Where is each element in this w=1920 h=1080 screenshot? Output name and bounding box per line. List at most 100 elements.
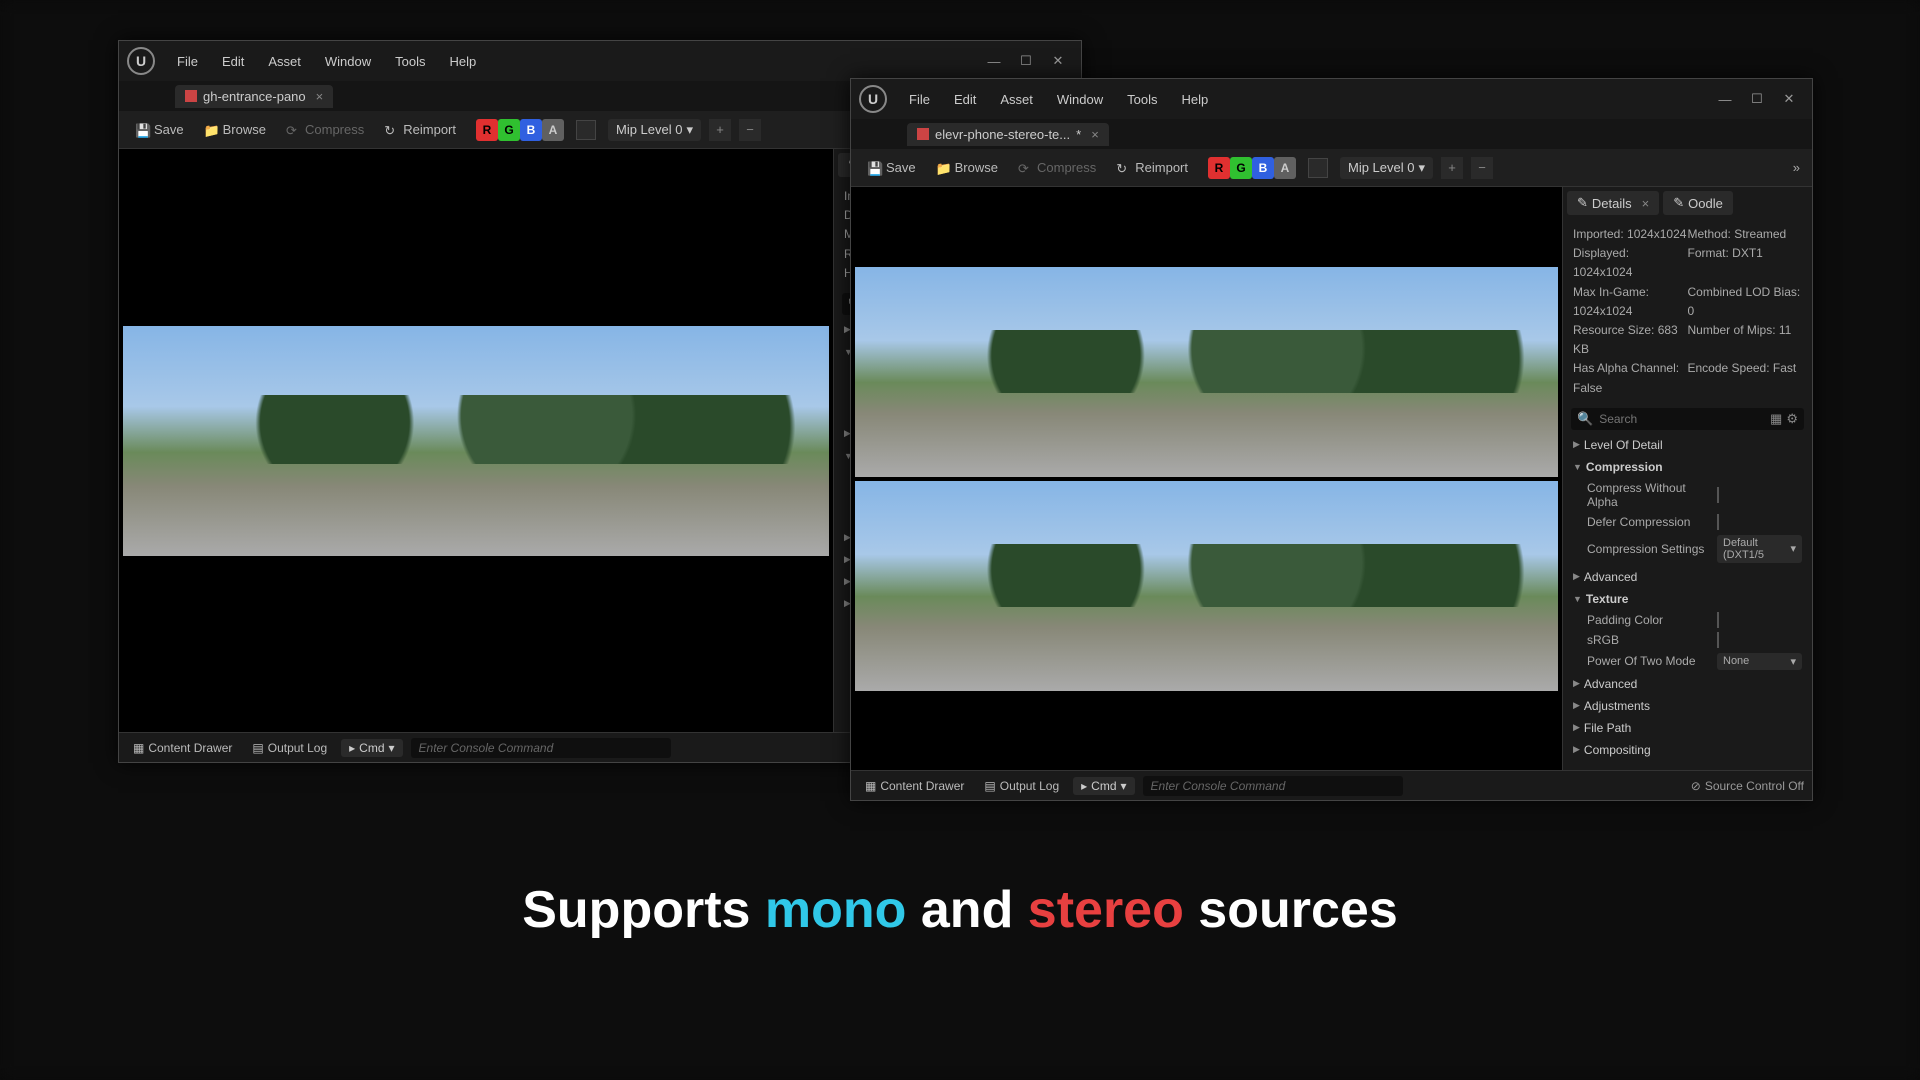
tab-label: gh-entrance-pano xyxy=(203,89,306,104)
minimize-button[interactable]: — xyxy=(979,48,1009,74)
menu-file[interactable]: File xyxy=(899,88,940,111)
drawer-icon: ▦ xyxy=(865,779,876,793)
cat-compositing[interactable]: ▶Compositing xyxy=(1563,739,1812,761)
texture-icon xyxy=(185,90,197,102)
menu-help[interactable]: Help xyxy=(439,50,486,73)
close-button[interactable]: ✕ xyxy=(1774,86,1804,112)
cat-lod[interactable]: ▶Level Of Detail xyxy=(1563,434,1812,456)
search-input[interactable] xyxy=(1599,412,1764,426)
texture-viewport[interactable] xyxy=(851,187,1562,770)
texture-viewport[interactable] xyxy=(119,149,833,732)
pot-dropdown[interactable]: None▾ xyxy=(1717,653,1802,670)
mip-plus-button[interactable]: + xyxy=(709,119,731,141)
save-button[interactable]: 💾Save xyxy=(859,156,924,179)
output-log-button[interactable]: ▤Output Log xyxy=(246,738,333,758)
cat-filepath[interactable]: ▶File Path xyxy=(1563,717,1812,739)
no-icon: ⊘ xyxy=(1691,779,1701,793)
cwa-checkbox[interactable] xyxy=(1717,487,1719,503)
prop-defer: Defer Compression xyxy=(1563,512,1812,532)
reimport-icon: ↻ xyxy=(384,123,398,137)
reimport-icon: ↻ xyxy=(1116,161,1130,175)
log-icon: ▤ xyxy=(252,741,263,755)
menu-tools[interactable]: Tools xyxy=(385,50,435,73)
details-tab[interactable]: ✎Details× xyxy=(1567,191,1659,215)
folder-icon: 📁 xyxy=(936,161,950,175)
gear-icon[interactable]: ⚙ xyxy=(1786,411,1798,427)
cmd-dropdown[interactable]: ▸Cmd▾ xyxy=(1073,777,1134,795)
prop-srgb: sRGB xyxy=(1563,630,1812,650)
browse-button[interactable]: 📁Browse xyxy=(928,156,1006,179)
compress-button[interactable]: ⟳Compress xyxy=(1010,156,1104,179)
compress-icon: ⟳ xyxy=(1018,161,1032,175)
maximize-button[interactable]: ☐ xyxy=(1011,48,1041,74)
maximize-button[interactable]: ☐ xyxy=(1742,86,1772,112)
mip-minus-button[interactable]: − xyxy=(739,119,761,141)
cat-texture[interactable]: ▼Texture xyxy=(1563,588,1812,610)
pencil-icon: ✎ xyxy=(1673,195,1684,211)
channel-g[interactable]: G xyxy=(1230,157,1252,179)
menu-window[interactable]: Window xyxy=(1047,88,1113,111)
minimize-button[interactable]: — xyxy=(1710,86,1740,112)
channel-a[interactable]: A xyxy=(1274,157,1296,179)
grid-icon[interactable]: ▦ xyxy=(1770,411,1782,427)
caption: Supports mono and stereo sources xyxy=(0,880,1920,940)
channel-b[interactable]: B xyxy=(1252,157,1274,179)
browse-button[interactable]: 📁Browse xyxy=(196,118,274,141)
defer-checkbox[interactable] xyxy=(1717,514,1719,530)
mip-plus-button[interactable]: + xyxy=(1441,157,1463,179)
cmd-dropdown[interactable]: ▸Cmd▾ xyxy=(341,739,402,757)
prop-cwa: Compress Without Alpha xyxy=(1563,478,1812,512)
asset-tab[interactable]: elevr-phone-stereo-te... * × xyxy=(907,123,1109,146)
reimport-button[interactable]: ↻Reimport xyxy=(376,118,464,141)
asset-tab[interactable]: gh-entrance-pano × xyxy=(175,85,333,108)
compress-icon: ⟳ xyxy=(286,123,300,137)
mip-level-dropdown[interactable]: Mip Level 0▾ xyxy=(1340,157,1433,179)
close-icon[interactable]: × xyxy=(1642,196,1650,211)
close-button[interactable]: ✕ xyxy=(1043,48,1073,74)
menu-asset[interactable]: Asset xyxy=(990,88,1043,111)
background-toggle[interactable] xyxy=(576,120,596,140)
tab-close-icon[interactable]: × xyxy=(1091,127,1099,142)
channel-b[interactable]: B xyxy=(520,119,542,141)
chevron-down-icon: ▾ xyxy=(686,122,693,138)
menu-help[interactable]: Help xyxy=(1171,88,1218,111)
padding-color-swatch[interactable] xyxy=(1717,612,1719,628)
ue-logo: U xyxy=(127,47,155,75)
channel-r[interactable]: R xyxy=(476,119,498,141)
menu-tools[interactable]: Tools xyxy=(1117,88,1167,111)
oodle-tab[interactable]: ✎Oodle xyxy=(1663,191,1733,215)
pencil-icon: ✎ xyxy=(1577,195,1588,211)
compress-button[interactable]: ⟳Compress xyxy=(278,118,372,141)
background-toggle[interactable] xyxy=(1308,158,1328,178)
compression-dropdown[interactable]: Default (DXT1/5▾ xyxy=(1717,535,1802,563)
cat-advanced[interactable]: ▶Advanced xyxy=(1563,566,1812,588)
menu-edit[interactable]: Edit xyxy=(212,50,254,73)
menu-edit[interactable]: Edit xyxy=(944,88,986,111)
prop-pot: Power Of Two ModeNone▾ xyxy=(1563,650,1812,673)
cat-advanced2[interactable]: ▶Advanced xyxy=(1563,673,1812,695)
reimport-button[interactable]: ↻Reimport xyxy=(1108,156,1196,179)
console-input[interactable]: Enter Console Command xyxy=(1143,776,1403,796)
content-drawer-button[interactable]: ▦Content Drawer xyxy=(859,776,970,796)
channel-g[interactable]: G xyxy=(498,119,520,141)
channel-r[interactable]: R xyxy=(1208,157,1230,179)
ue-logo: U xyxy=(859,85,887,113)
source-control-status[interactable]: ⊘Source Control Off xyxy=(1691,779,1804,793)
mip-minus-button[interactable]: − xyxy=(1471,157,1493,179)
cat-adjustments[interactable]: ▶Adjustments xyxy=(1563,695,1812,717)
content-drawer-button[interactable]: ▦Content Drawer xyxy=(127,738,238,758)
console-input[interactable]: Enter Console Command xyxy=(411,738,671,758)
overflow-icon[interactable]: » xyxy=(1789,156,1804,179)
cat-compression[interactable]: ▼Compression xyxy=(1563,456,1812,478)
save-button[interactable]: 💾Save xyxy=(127,118,192,141)
srgb-checkbox[interactable] xyxy=(1717,632,1719,648)
save-icon: 💾 xyxy=(135,123,149,137)
tab-close-icon[interactable]: × xyxy=(316,89,324,104)
texture-icon xyxy=(917,128,929,140)
menu-asset[interactable]: Asset xyxy=(258,50,311,73)
output-log-button[interactable]: ▤Output Log xyxy=(978,776,1065,796)
menu-file[interactable]: File xyxy=(167,50,208,73)
channel-a[interactable]: A xyxy=(542,119,564,141)
mip-level-dropdown[interactable]: Mip Level 0▾ xyxy=(608,119,701,141)
menu-window[interactable]: Window xyxy=(315,50,381,73)
